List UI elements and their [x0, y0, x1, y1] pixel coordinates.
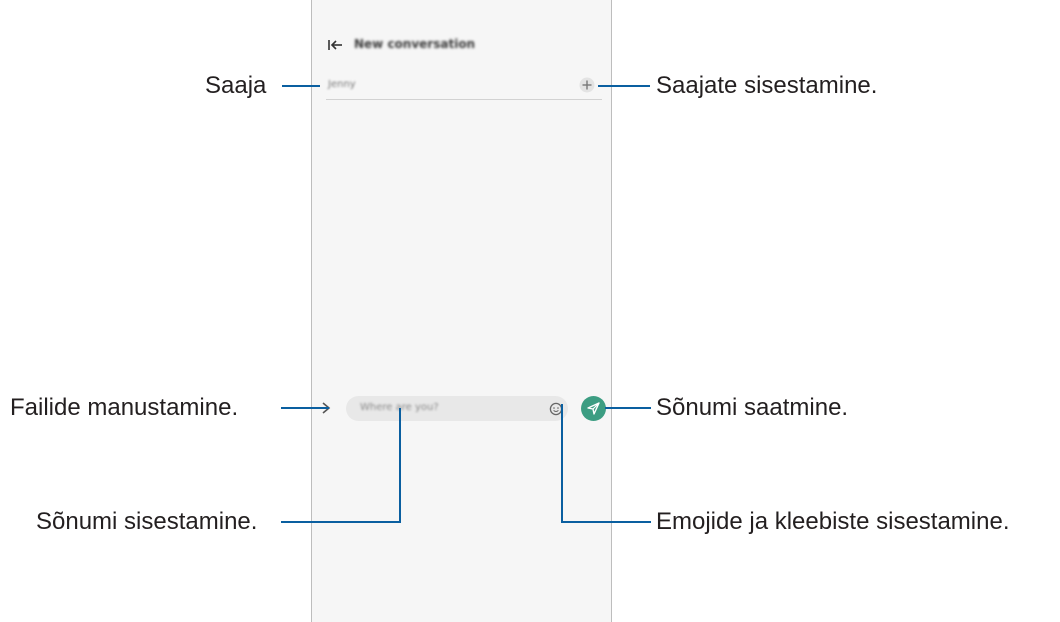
callout-line-emojis	[561, 404, 651, 523]
callout-emojis-stickers: Emojide ja kleebiste sisestamine.	[656, 508, 1010, 535]
callout-attach-files: Failide manustamine.	[10, 394, 239, 421]
callout-line-enter-message	[281, 408, 401, 523]
callout-enter-message: Sõnumi sisestamine.	[36, 508, 258, 535]
callout-recipient: Saaja	[205, 72, 267, 99]
callout-add-recipients: Saajate sisestamine.	[656, 72, 878, 99]
callout-send-message: Sõnumi saatmine.	[656, 394, 849, 421]
